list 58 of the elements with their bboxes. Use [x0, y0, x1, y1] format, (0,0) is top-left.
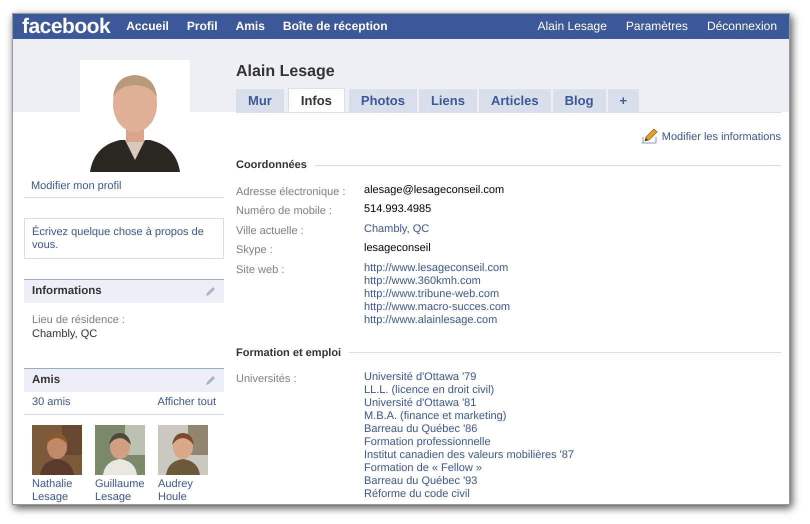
field-label: Site web :: [236, 262, 286, 278]
nav-link[interactable]: Profil: [186, 17, 218, 36]
tab[interactable]: Articles: [478, 88, 551, 112]
tab[interactable]: Photos: [348, 88, 417, 112]
pencil-icon[interactable]: [205, 286, 216, 297]
link[interactable]: Barreau du Québec '86: [364, 423, 574, 436]
tab[interactable]: Blog: [552, 88, 606, 112]
link[interactable]: Barreau du Québec '93: [364, 475, 574, 488]
field-value: Chambly, QC: [32, 327, 98, 341]
logo[interactable]: facebook: [22, 16, 110, 37]
tab[interactable]: Liens: [418, 88, 477, 112]
tab[interactable]: Mur: [236, 88, 284, 112]
link[interactable]: http://www.alainlesage.com: [364, 314, 510, 326]
link[interactable]: LL.L. (licence en droit civil): [364, 384, 574, 397]
field-label: Numéro de mobile :: [236, 204, 333, 219]
nav-link[interactable]: Alain Lesage: [538, 17, 607, 36]
section-title: Coordonnées: [236, 158, 307, 173]
see-all-link[interactable]: Afficher tout: [158, 394, 216, 410]
field-value: alesage@lesageconseil.com: [364, 184, 504, 196]
link[interactable]: Institut canadien des valeurs mobilières '87: [364, 449, 574, 462]
tab[interactable]: Infos: [288, 88, 345, 112]
profile-name: Alain Lesage: [236, 62, 336, 82]
friend-name-link[interactable]: Nathalie Lesage: [32, 478, 82, 504]
nav-link[interactable]: Accueil: [126, 17, 169, 36]
link[interactable]: http://www.360kmh.com: [364, 274, 510, 288]
edit-profile-link[interactable]: Modifier mon profil: [24, 174, 224, 198]
tab[interactable]: +: [608, 88, 640, 112]
field-label: Universités :: [236, 372, 298, 387]
field-value: lesageconseil: [364, 242, 431, 255]
about-prompt-link[interactable]: Écrivez quelque chose à propos de vous.: [24, 218, 224, 259]
link[interactable]: http://www.lesageconseil.com: [364, 262, 510, 274]
link[interactable]: Université d'Ottawa '81: [364, 397, 574, 410]
link[interactable]: Formation de « Fellow »: [364, 462, 574, 475]
link[interactable]: http://www.macro-succes.com: [364, 300, 510, 314]
link[interactable]: Formation professionnelle: [364, 436, 574, 449]
link[interactable]: Chambly, QC: [364, 222, 430, 236]
link[interactable]: Réforme du code civil: [364, 488, 574, 501]
nav-link[interactable]: Amis: [236, 17, 265, 36]
link[interactable]: M.B.A. (finance et marketing): [364, 410, 574, 423]
pencil-icon[interactable]: [205, 375, 216, 386]
friend-count-link[interactable]: 30 amis: [32, 394, 71, 410]
field-value: 514.993.4985: [364, 203, 432, 216]
section-title: Formation et emploi: [236, 346, 342, 360]
friend-name-link[interactable]: Guillaume Lesage: [95, 478, 145, 504]
nav-link[interactable]: Boîte de réception: [282, 17, 388, 36]
link[interactable]: Université d'Ottawa '79: [364, 371, 574, 384]
field-label: Ville actuelle :: [236, 224, 305, 238]
section-title: Informations: [32, 284, 102, 299]
section-title: Amis: [32, 372, 60, 388]
field-label: Lieu de résidence :: [32, 313, 126, 327]
friend-name-link[interactable]: Audrey Houle: [158, 478, 208, 504]
edit-info-link[interactable]: Modifier les informations: [662, 128, 781, 145]
pencil-icon: [642, 129, 658, 144]
link[interactable]: http://www.tribune-web.com: [364, 288, 510, 300]
nav-link[interactable]: Déconnexion: [706, 17, 777, 36]
field-label: Skype :: [236, 243, 274, 258]
nav-link[interactable]: Paramètres: [626, 17, 688, 36]
field-label: Adresse électronique :: [236, 184, 346, 200]
